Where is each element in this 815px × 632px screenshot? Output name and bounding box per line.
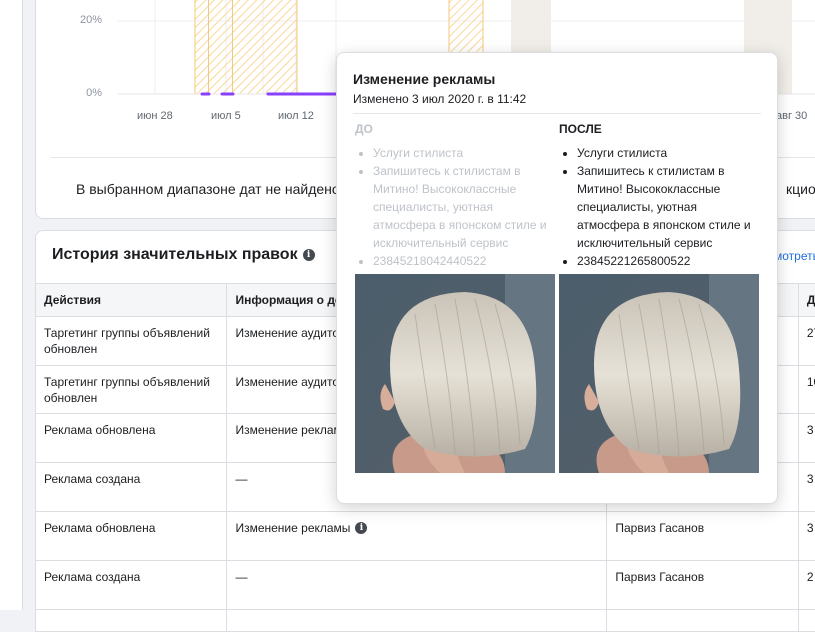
column-header-actions[interactable]: Действия — [36, 284, 227, 317]
after-column: ПОСЛЕ Услуги стилиста Запишитесь к стили… — [559, 122, 759, 270]
table-row[interactable]: Реклама обновлена Изменение рекламыi Пар… — [36, 512, 815, 561]
y-tick-label: 0% — [70, 87, 102, 99]
table-row[interactable] — [36, 610, 815, 632]
left-sidebar-strip — [0, 0, 23, 610]
cell-info: Изменение рекламыi — [227, 512, 607, 561]
cell-date: 3 и — [798, 512, 815, 561]
x-tick-label: июн 28 — [137, 110, 173, 122]
chart-bar — [195, 0, 297, 94]
x-tick-label: июл 12 — [278, 110, 314, 122]
history-title: История значительных правок i — [52, 246, 315, 264]
popover-divider — [353, 113, 761, 114]
popover-subtitle: Изменено 3 июл 2020 г. в 11:42 — [353, 92, 526, 106]
chart-bar — [208, 0, 209, 94]
cell-action: Реклама обновлена — [36, 414, 227, 463]
before-label: ДО — [355, 122, 555, 136]
cell-info — [227, 610, 607, 632]
cell-action — [36, 610, 227, 632]
x-tick-label: авг 30 — [776, 110, 807, 122]
cell-action: Таргетинг группы объявлений обновлен — [36, 366, 227, 414]
cell-date: 2 и — [798, 561, 815, 610]
cell-date: 3 и — [798, 463, 815, 512]
before-ad-image — [355, 274, 555, 473]
cell-author: Парвиз Гасанов — [607, 561, 798, 610]
popover-title: Изменение рекламы — [353, 71, 495, 87]
y-tick-label: 20% — [70, 14, 102, 26]
info-icon[interactable]: i — [303, 249, 315, 261]
cell-date: 10 — [798, 366, 815, 414]
list-item: 23845218042440522 — [373, 252, 555, 270]
cell-action: Таргетинг группы объявлений обновлен — [36, 317, 227, 366]
no-data-message: В выбранном диапазоне дат не найдено кци… — [76, 181, 340, 197]
list-item: 23845221265800522 — [577, 252, 759, 270]
list-item: Запишитесь к стилистам в Митино! Высокок… — [577, 162, 759, 252]
ad-change-popover: Изменение рекламы Изменено 3 июл 2020 г.… — [336, 52, 778, 504]
after-ad-image — [559, 274, 759, 473]
table-row[interactable]: Реклама создана — Парвиз Гасанов 2 и — [36, 561, 815, 610]
cell-date: 27 — [798, 317, 815, 366]
after-label: ПОСЛЕ — [559, 122, 759, 136]
cell-action: Реклама создана — [36, 561, 227, 610]
cell-action: Реклама обновлена — [36, 512, 227, 561]
column-header-date[interactable]: Да — [798, 284, 815, 317]
list-item: Запишитесь к стилистам в Митино! Высокок… — [373, 162, 555, 252]
x-tick-label: июл 5 — [211, 110, 241, 122]
cell-info: — — [227, 561, 607, 610]
info-icon[interactable]: i — [355, 522, 367, 534]
list-item: Услуги стилиста — [577, 144, 759, 162]
before-list: Услуги стилиста Запишитесь к стилистам в… — [355, 144, 555, 270]
after-list: Услуги стилиста Запишитесь к стилистам в… — [559, 144, 759, 270]
before-column: ДО Услуги стилиста Запишитесь к стилиста… — [355, 122, 555, 270]
cell-date — [798, 610, 815, 632]
cell-author — [607, 610, 798, 632]
cell-author: Парвиз Гасанов — [607, 512, 798, 561]
list-item: Услуги стилиста — [373, 144, 555, 162]
cell-action: Реклама создана — [36, 463, 227, 512]
see-all-link[interactable]: мотреть — [774, 249, 815, 263]
cell-date: 3 и — [798, 414, 815, 463]
chart-bar — [232, 0, 233, 94]
